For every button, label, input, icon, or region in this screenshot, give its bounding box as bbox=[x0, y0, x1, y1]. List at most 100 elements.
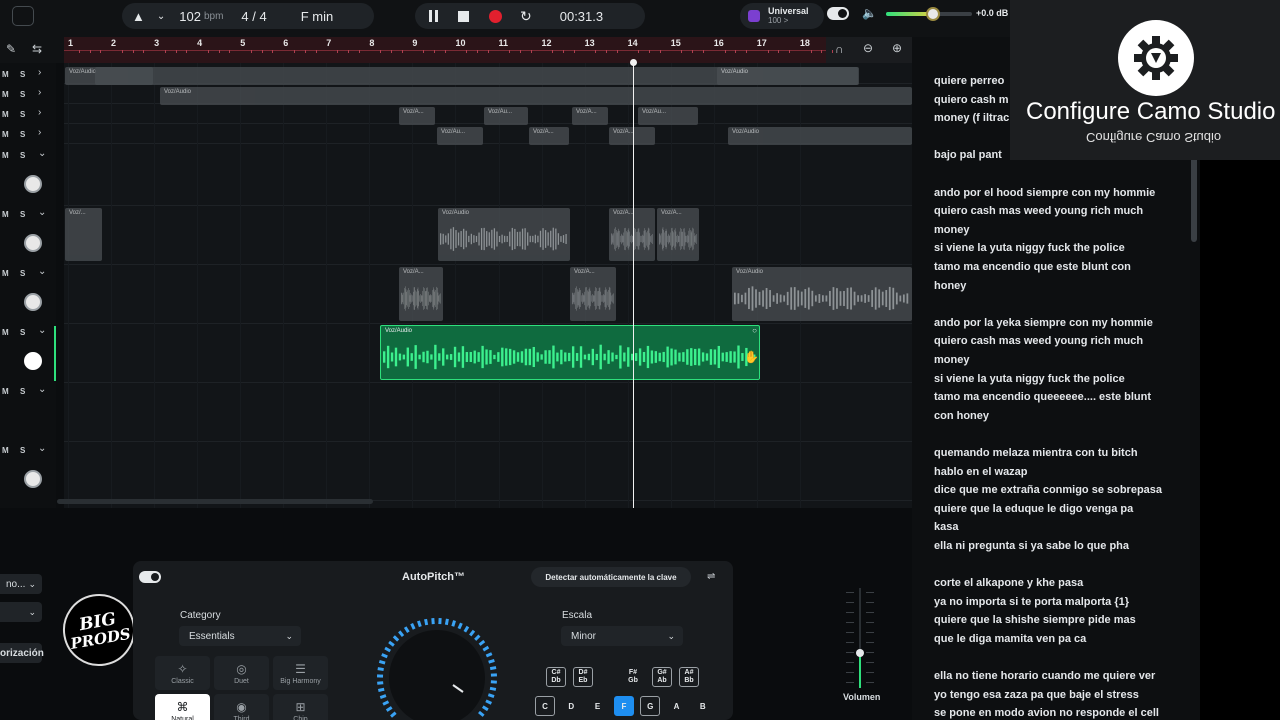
audio-clip[interactable]: Voz/A... bbox=[657, 208, 699, 261]
audio-clip[interactable]: Voz/Audio bbox=[717, 67, 859, 85]
chevron-right-icon[interactable]: › bbox=[38, 127, 41, 138]
left-dropdown-1[interactable]: no... ⌄ bbox=[0, 574, 42, 594]
chevron-right-icon[interactable]: › bbox=[38, 107, 41, 118]
app-menu-icon[interactable] bbox=[12, 6, 34, 26]
track-pan-knob[interactable] bbox=[24, 175, 42, 193]
sharp-key-1[interactable]: D# Eb bbox=[573, 667, 593, 687]
audio-clip[interactable]: Voz/Audio bbox=[160, 87, 912, 105]
chevron-down-icon[interactable]: ⌄ bbox=[38, 266, 46, 277]
track-pan-knob[interactable] bbox=[24, 352, 42, 370]
loop-icon[interactable]: ↻ bbox=[520, 8, 532, 25]
mute-button[interactable]: M bbox=[2, 210, 9, 219]
pitch-knob[interactable] bbox=[373, 616, 501, 720]
scale-dropdown[interactable]: Minor ⌄ bbox=[561, 626, 683, 646]
key-D[interactable]: D bbox=[561, 696, 581, 716]
mute-button[interactable]: M bbox=[2, 446, 9, 455]
audio-clip[interactable]: Voz/Audio bbox=[728, 127, 912, 145]
solo-button[interactable]: S bbox=[20, 90, 25, 99]
mute-button[interactable]: M bbox=[2, 328, 9, 337]
sharp-key-2[interactable]: F# Gb bbox=[623, 667, 643, 687]
mute-button[interactable]: M bbox=[2, 70, 9, 79]
master-volume-slider[interactable] bbox=[886, 7, 972, 21]
monitor-toggle[interactable] bbox=[827, 7, 849, 20]
solo-button[interactable]: S bbox=[20, 210, 25, 219]
chevron-right-icon[interactable]: › bbox=[38, 87, 41, 98]
key-A[interactable]: A bbox=[667, 696, 687, 716]
chevron-down-icon[interactable]: ⌄ bbox=[38, 384, 46, 395]
audio-clip[interactable]: Voz/A... bbox=[570, 267, 616, 321]
style-option-natural[interactable]: ⌘ Natural bbox=[155, 694, 210, 720]
audio-clip[interactable]: Voz/Audio bbox=[732, 267, 912, 321]
pause-icon[interactable] bbox=[429, 10, 438, 22]
solo-button[interactable]: S bbox=[20, 70, 25, 79]
audio-clip[interactable]: Voz/A... bbox=[609, 127, 655, 145]
mute-button[interactable]: M bbox=[2, 151, 9, 160]
record-icon[interactable] bbox=[489, 9, 502, 23]
preset-pill[interactable]: Universal 100 > bbox=[740, 3, 824, 29]
style-option-chip[interactable]: ⊞ Chip bbox=[273, 694, 328, 720]
track-pan-knob[interactable] bbox=[24, 470, 42, 488]
key-display[interactable]: F min bbox=[301, 9, 334, 24]
chevron-down-icon[interactable]: ⌄ bbox=[38, 325, 46, 336]
magnet-icon[interactable]: ∩ bbox=[835, 42, 844, 56]
sharp-key-4[interactable]: A# Bb bbox=[679, 667, 699, 687]
time-signature[interactable]: 4 / 4 bbox=[241, 9, 266, 24]
metronome-icon[interactable]: ▲ bbox=[132, 9, 145, 24]
solo-button[interactable]: S bbox=[20, 269, 25, 278]
plugin-enable-toggle[interactable] bbox=[139, 571, 161, 583]
audio-clip[interactable]: Voz/... bbox=[65, 208, 102, 261]
tempo-value[interactable]: 102 bbox=[179, 9, 201, 24]
trim-icon[interactable]: ⇆ bbox=[32, 42, 42, 56]
left-action-button[interactable]: orización bbox=[0, 643, 44, 663]
key-G[interactable]: G bbox=[640, 696, 661, 716]
key-B[interactable]: B bbox=[693, 696, 713, 716]
sharp-key-3[interactable]: G# Ab bbox=[652, 667, 672, 687]
chevron-down-icon[interactable]: ⌄ bbox=[38, 443, 46, 454]
mute-button[interactable]: M bbox=[2, 110, 9, 119]
loop-handle-icon[interactable]: ○ bbox=[752, 326, 757, 335]
stop-icon[interactable] bbox=[458, 10, 469, 22]
style-option-big-harmony[interactable]: ☰ Big Harmony bbox=[273, 656, 328, 690]
solo-button[interactable]: S bbox=[20, 446, 25, 455]
key-F[interactable]: F bbox=[613, 696, 634, 716]
audio-clip[interactable]: Voz/A... bbox=[529, 127, 569, 145]
audio-clip[interactable]: Voz/A... bbox=[572, 107, 608, 125]
mute-button[interactable]: M bbox=[2, 90, 9, 99]
chevron-down-icon[interactable]: ⌄ bbox=[157, 11, 165, 22]
camo-studio-overlay[interactable]: Configure Camo Studio Configure Camo Stu… bbox=[1010, 0, 1280, 160]
volume-fader[interactable] bbox=[833, 588, 873, 688]
audio-clip[interactable]: Voz/A... bbox=[609, 208, 655, 261]
selected-audio-clip[interactable]: Voz/Audio ○ ✋ bbox=[380, 325, 760, 380]
horizontal-scrollbar[interactable] bbox=[57, 499, 373, 504]
speaker-icon[interactable]: 🔈 bbox=[862, 6, 877, 20]
solo-button[interactable]: S bbox=[20, 110, 25, 119]
chevron-down-icon[interactable]: ⌄ bbox=[38, 148, 46, 159]
solo-button[interactable]: S bbox=[20, 328, 25, 337]
plugin-settings-icon[interactable]: ⇌ bbox=[707, 571, 715, 582]
solo-button[interactable]: S bbox=[20, 130, 25, 139]
playhead[interactable] bbox=[633, 62, 634, 508]
audio-clip[interactable]: Voz/Au... bbox=[484, 107, 528, 125]
volume-fader-track[interactable] bbox=[856, 588, 864, 688]
detect-key-button[interactable]: Detectar automáticamente la clave bbox=[531, 567, 691, 587]
sharp-key-0[interactable]: C# Db bbox=[546, 667, 566, 687]
key-C[interactable]: C bbox=[535, 696, 555, 716]
style-option-third[interactable]: ◉ Third bbox=[214, 694, 269, 720]
key-E[interactable]: E bbox=[588, 696, 608, 716]
pencil-icon[interactable]: ✎ bbox=[6, 42, 16, 56]
audio-clip[interactable]: Voz/A... bbox=[399, 267, 443, 321]
arrangement-lanes[interactable]: Voz/Audio Voz/Audio Voz/Audio Voz/A... Voz/A… bbox=[64, 63, 912, 508]
track-pan-knob[interactable] bbox=[24, 293, 42, 311]
track-pan-knob[interactable] bbox=[24, 234, 42, 252]
mute-button[interactable]: M bbox=[2, 130, 9, 139]
style-option-duet[interactable]: ◎ Duet bbox=[214, 656, 269, 690]
style-option-classic[interactable]: ✧ Classic bbox=[155, 656, 210, 690]
audio-clip[interactable]: Voz/Audio bbox=[438, 208, 570, 261]
zoom-out-icon[interactable]: ⊖ bbox=[863, 41, 873, 55]
zoom-in-icon[interactable]: ⊕ bbox=[892, 41, 902, 55]
audio-clip[interactable]: Voz/A... bbox=[399, 107, 435, 125]
chevron-right-icon[interactable]: › bbox=[38, 67, 41, 78]
chevron-down-icon[interactable]: ⌄ bbox=[38, 207, 46, 218]
solo-button[interactable]: S bbox=[20, 387, 25, 396]
mute-button[interactable]: M bbox=[2, 387, 9, 396]
